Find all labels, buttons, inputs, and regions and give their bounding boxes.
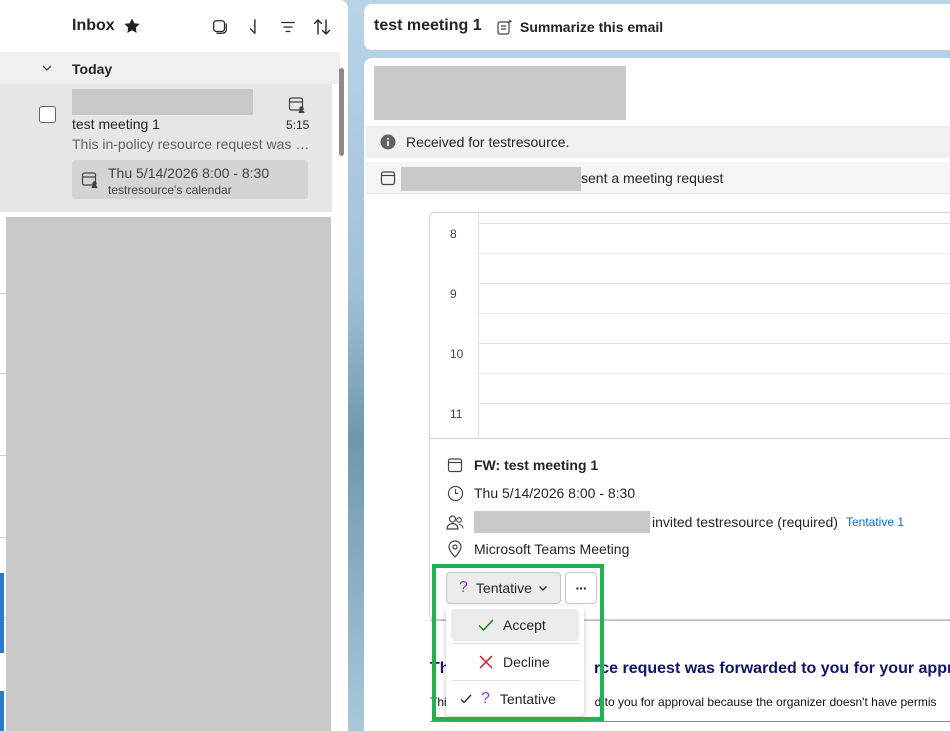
meeting-preview-card[interactable]: Thu 5/14/2026 8:00 - 8:30 testresource's… [72,160,308,199]
list-divider [0,293,6,294]
invited-text: invited testresource (required) [652,514,838,530]
list-divider [0,537,6,538]
message-preview: This in-policy resource request was f... [72,136,310,152]
unread-marker [0,573,4,653]
summarize-button[interactable]: Summarize this email [492,12,667,42]
meeting-card-time: Thu 5/14/2026 8:00 - 8:30 [108,165,270,181]
info-text: Received for testresource. [406,134,570,150]
list-scrollbar[interactable] [339,68,344,156]
grid-line [479,313,950,314]
info-bar: Received for testresource. [366,126,950,158]
meeting-location: Microsoft Teams Meeting [474,541,630,557]
grid-line [479,373,950,374]
detail-location-row: Microsoft Teams Meeting [446,539,629,559]
reading-pane-header: test meeting 1 Summarize this email [364,4,950,50]
meeting-invite-card: 8 9 10 11 FW: test meeting 1 Thu 5/14/20… [429,212,950,620]
list-divider [0,373,6,374]
message-time: 5:15 [286,118,310,132]
grid-line [479,343,950,344]
grid-line [478,213,479,439]
people-icon [446,513,464,531]
hour-label: 9 [450,287,457,301]
redacted-sender-info [374,66,626,120]
message-list-item[interactable]: 5:15 test meeting 1 This in-policy resou… [0,84,332,212]
summarize-label: Summarize this email [520,19,664,35]
hour-label: 11 [450,407,463,421]
detail-time-row: Thu 5/14/2026 8:00 - 8:30 [446,483,635,503]
info-icon [380,134,396,150]
redacted-organizer [401,167,581,191]
calendar-icon [380,170,396,186]
sort-icon[interactable] [311,16,333,38]
calendar-preview-grid: 8 9 10 11 [430,213,950,439]
detail-attendees-row: invited testresource (required) Tentativ… [446,511,904,533]
clock-icon [446,484,464,502]
select-mode-icon[interactable] [209,16,231,38]
grid-line [479,283,950,284]
copilot-summary-icon [496,18,514,36]
grid-line [479,403,950,404]
filter-icon[interactable] [277,16,299,38]
star-icon[interactable] [122,16,142,36]
meeting-request-bar: sent a meeting request [366,162,950,194]
detail-title-row: FW: test meeting 1 [446,455,598,475]
tentative-count-link[interactable]: Tentative 1 [846,515,904,529]
unread-marker [0,691,4,731]
group-label: Today [72,61,113,77]
email-subject: test meeting 1 [374,17,482,34]
message-checkbox[interactable] [39,106,56,123]
location-icon [446,540,464,558]
redacted-message-list [6,217,331,731]
calendar-person-icon [81,171,99,189]
meeting-title: FW: test meeting 1 [474,457,599,473]
redacted-sender [72,89,253,115]
message-subject: test meeting 1 [72,116,160,132]
mail-list-pane: Inbox Today 5:15 test meeting 1 This in-… [0,0,348,731]
redacted-attendee [474,511,650,533]
folder-title: Inbox [72,17,115,34]
meeting-request-text: sent a meeting request [581,170,724,186]
meeting-time: Thu 5/14/2026 8:00 - 8:30 [474,485,636,501]
grid-line [479,253,950,254]
meeting-card-calendar: testresource's calendar [108,183,232,197]
list-divider [0,455,6,456]
group-header-today[interactable]: Today [0,52,340,84]
jump-to-icon[interactable] [243,16,265,38]
calendar-icon [446,456,464,474]
chevron-down-icon [40,61,54,75]
body-divider [430,721,950,722]
hour-label: 8 [450,227,457,241]
meeting-request-icon [288,96,306,114]
hour-label: 10 [450,347,464,361]
highlight-annotation [432,564,604,721]
grid-line [479,223,950,224]
mail-list-header: Inbox [0,0,348,52]
